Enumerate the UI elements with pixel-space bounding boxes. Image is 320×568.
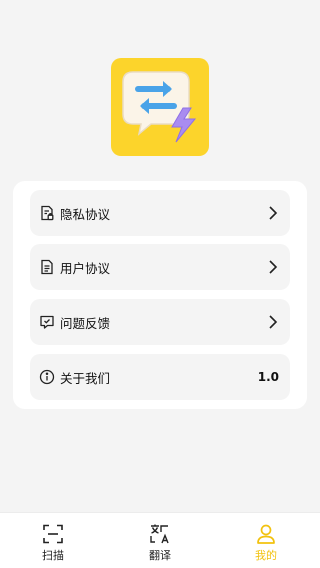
menu-item-user-agreement[interactable]: 用户协议 bbox=[30, 244, 290, 290]
app-logo bbox=[111, 58, 209, 156]
feedback-message-icon bbox=[39, 314, 55, 330]
menu-item-privacy[interactable]: 隐私协议 bbox=[30, 190, 290, 236]
menu-item-label: 隐私协议 bbox=[60, 206, 111, 222]
menu-item-about[interactable]: 关于我们 1.0 bbox=[30, 354, 290, 400]
chevron-right-icon bbox=[268, 314, 278, 330]
menu-item-label: 用户协议 bbox=[60, 260, 111, 276]
settings-menu-card: 隐私协议 用户协议 问题反馈 关于我们 1.0 bbox=[13, 181, 307, 409]
version-value: 1.0 bbox=[257, 370, 279, 384]
tab-label: 翻译 bbox=[149, 549, 171, 562]
user-icon bbox=[254, 522, 278, 546]
privacy-document-icon bbox=[39, 205, 55, 221]
menu-item-feedback[interactable]: 问题反馈 bbox=[30, 299, 290, 345]
chat-bubble-swap-lightning-icon bbox=[122, 71, 197, 143]
chevron-right-icon bbox=[268, 259, 278, 275]
menu-item-label: 关于我们 bbox=[60, 370, 111, 386]
bottom-tab-bar: 扫描 翻译 我的 bbox=[0, 512, 320, 568]
tab-translate[interactable]: 翻译 bbox=[130, 513, 190, 568]
scan-icon bbox=[41, 522, 65, 546]
info-icon bbox=[39, 369, 55, 385]
chevron-right-icon bbox=[268, 205, 278, 221]
tab-label: 我的 bbox=[255, 549, 277, 562]
document-icon bbox=[39, 259, 55, 275]
translate-icon bbox=[148, 522, 172, 546]
tab-mine[interactable]: 我的 bbox=[236, 513, 296, 568]
menu-item-label: 问题反馈 bbox=[60, 315, 111, 331]
tab-label: 扫描 bbox=[42, 549, 64, 562]
tab-scan[interactable]: 扫描 bbox=[23, 513, 83, 568]
